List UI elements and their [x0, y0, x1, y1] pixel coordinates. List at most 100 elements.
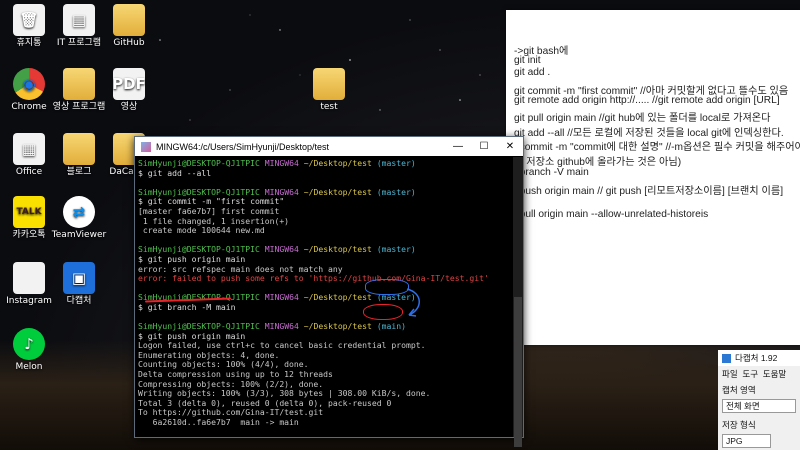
prompt-path: ~/Desktop/test: [303, 158, 372, 168]
prompt-user: SimHyunji@DESKTOP-QJ1TPIC: [138, 436, 260, 437]
maximize-icon[interactable]: ☐: [471, 141, 497, 152]
terminal-output[interactable]: SimHyunji@DESKTOP-QJ1TPIC MINGW64 ~/Desk…: [135, 157, 513, 437]
prompt-branch: (master): [376, 244, 416, 255]
output-line: Enumerating objects: 4, done.: [138, 349, 280, 360]
note-line: t push origin main // git push [리모트저장소이름…: [514, 186, 784, 197]
menu-file[interactable]: 파일: [722, 369, 738, 379]
desktop-icon-11[interactable]: ⇄ TeamViewer: [48, 196, 110, 241]
desktop-icon-2[interactable]: GitHub: [98, 4, 160, 49]
command-line: $ git branch -M main: [138, 301, 236, 312]
prompt-env: MINGW64: [264, 158, 299, 168]
note-line: t commit -m "commit에 대한 설명" //-m옵션은 필수 커…: [514, 142, 800, 153]
note-line: git add --all //모든 로컬에 저장된 것들을 local git…: [514, 128, 784, 139]
desktop-icon-14[interactable]: ♪ Melon: [0, 328, 60, 373]
prompt-env: MINGW64: [264, 244, 299, 255]
prompt-env: MINGW64: [264, 186, 299, 197]
prompt-user: SimHyunji@DESKTOP-QJ1TPIC: [138, 158, 260, 168]
output-line: 1 file changed, 1 insertion(+): [138, 215, 290, 226]
output-line: Compressing objects: 100% (2/2), done.: [138, 378, 324, 389]
note-line: 격 저장소 github에 올라가는 것은 아님): [514, 157, 682, 168]
prompt-path: ~/Desktop/test: [303, 186, 372, 197]
git-bash-window[interactable]: MINGW64:/c/Users/SimHyunji/Desktop/test …: [134, 136, 524, 447]
prompt-branch: (master): [376, 186, 416, 197]
prompt-user: SimHyunji@DESKTOP-QJ1TPIC: [138, 244, 260, 255]
command-line: $ git push origin main: [138, 253, 246, 264]
desktop-icon-label: TeamViewer: [51, 230, 107, 240]
prompt-env: MINGW64: [264, 292, 299, 303]
desktop-icon-label: GitHub: [113, 38, 145, 48]
command-line: $ git add --all: [138, 167, 212, 178]
doc-icon: [13, 262, 45, 294]
desktop-icon-label: 다캡처: [66, 296, 92, 306]
note-line: t branch -V main: [514, 167, 589, 178]
red-circle-annotation: [363, 304, 403, 320]
desktop-icon-label: 영상: [120, 102, 138, 112]
prompt-user: SimHyunji@DESKTOP-QJ1TPIC: [138, 321, 260, 332]
dacapture-icon: ▣: [63, 262, 95, 294]
output-line: [master fa6e7b7] first commit: [138, 205, 280, 216]
kakao-icon: TALK: [13, 196, 45, 228]
save-format-label: 저장 형식: [722, 420, 756, 430]
minimize-icon[interactable]: —: [445, 141, 471, 152]
note-line: git init: [514, 55, 541, 66]
melon-icon: ♪: [13, 328, 45, 360]
window-title: MINGW64:/c/Users/SimHyunji/Desktop/test: [156, 141, 330, 152]
capture-menu: 파일 도구 도움말: [718, 366, 800, 382]
desktop-icon-6[interactable]: test: [298, 68, 360, 113]
capture-area-label: 캡처 영역: [722, 385, 756, 395]
folder-icon: [113, 4, 145, 36]
output-line: Logon failed, use ctrl+c to cancel basic…: [138, 340, 426, 351]
capture-app-window[interactable]: 다캡처 1.92 파일 도구 도움말 캡처 영역 전체 화면 저장 형식 JPG: [718, 350, 800, 450]
command-line: $ git commit -m "first commit": [138, 196, 285, 207]
terminal-scrollbar[interactable]: [513, 157, 523, 447]
note-window[interactable]: ->git bash에 git init git add . git commi…: [506, 10, 800, 345]
prompt-env: MINGW64: [264, 321, 299, 332]
output-line: 6a2610d..fa6e7b7 main -> main: [138, 417, 299, 428]
save-format-select[interactable]: JPG: [722, 434, 771, 448]
error-line: error: failed to push some refs to 'http…: [138, 273, 489, 284]
doc-icon: ▦: [13, 133, 45, 165]
note-line: git pull origin main //git hub에 있는 폴더를 l…: [514, 113, 771, 124]
output-line: Writing objects: 100% (3/3), 308 bytes |…: [138, 388, 431, 399]
output-line: To https://github.com/Gina-IT/test.git: [138, 407, 324, 418]
prompt-user: SimHyunji@DESKTOP-QJ1TPIC: [138, 186, 260, 197]
folder-icon: [63, 68, 95, 100]
mingw-icon: [141, 141, 151, 152]
teamviewer-icon: ⇄: [63, 196, 95, 228]
doc-icon: PDF: [112, 68, 146, 100]
menu-help[interactable]: 도움말: [763, 369, 786, 379]
capture-app-icon: [722, 353, 731, 363]
chrome-icon: ◉: [13, 68, 45, 100]
folder-icon: [313, 68, 345, 100]
command-line: $ git push origin main: [138, 330, 246, 341]
output-line: create mode 100644 new.md: [138, 225, 265, 236]
prompt-branch: (main): [376, 321, 407, 332]
output-line: Total 3 (delta 0), reused 0 (delta 0), p…: [138, 397, 392, 408]
output-line: error: src refspec main does not match a…: [138, 263, 343, 274]
prompt-env: MINGW64: [265, 436, 299, 437]
menu-tools[interactable]: 도구: [742, 369, 758, 379]
prompt-path: ~/Desktop/test: [304, 436, 372, 437]
doc-icon: 🗑: [13, 4, 45, 36]
prompt-path: ~/Desktop/test: [303, 292, 372, 303]
note-line: t pull origin main --allow-unrelated-his…: [514, 209, 709, 220]
prompt-path: ~/Desktop/test: [303, 244, 372, 255]
folder-icon: [63, 133, 95, 165]
desktop-icon-13[interactable]: ▣ 다캡처: [48, 262, 110, 307]
doc-icon: ▤: [63, 4, 95, 36]
note-line: git add .: [514, 67, 551, 78]
desktop-icon-5[interactable]: PDF 영상: [98, 68, 160, 113]
prompt-branch: (main): [377, 436, 406, 437]
capture-title: 다캡처 1.92: [735, 353, 778, 363]
capture-titlebar[interactable]: 다캡처 1.92: [718, 350, 800, 366]
capture-area-select[interactable]: 전체 화면: [722, 399, 796, 413]
desktop-icon-label: Melon: [15, 362, 43, 372]
scrollbar-thumb[interactable]: [514, 297, 522, 447]
prompt-branch: (master): [376, 158, 416, 168]
close-icon[interactable]: ✕: [497, 141, 523, 152]
note-line: git remote add origin http://..... //git…: [514, 95, 780, 106]
output-line: Delta compression using up to 12 threads: [138, 369, 333, 380]
window-titlebar[interactable]: MINGW64:/c/Users/SimHyunji/Desktop/test …: [135, 137, 523, 156]
output-line: Counting objects: 100% (4/4), done.: [138, 359, 309, 370]
desktop-icon-label: test: [320, 102, 338, 112]
